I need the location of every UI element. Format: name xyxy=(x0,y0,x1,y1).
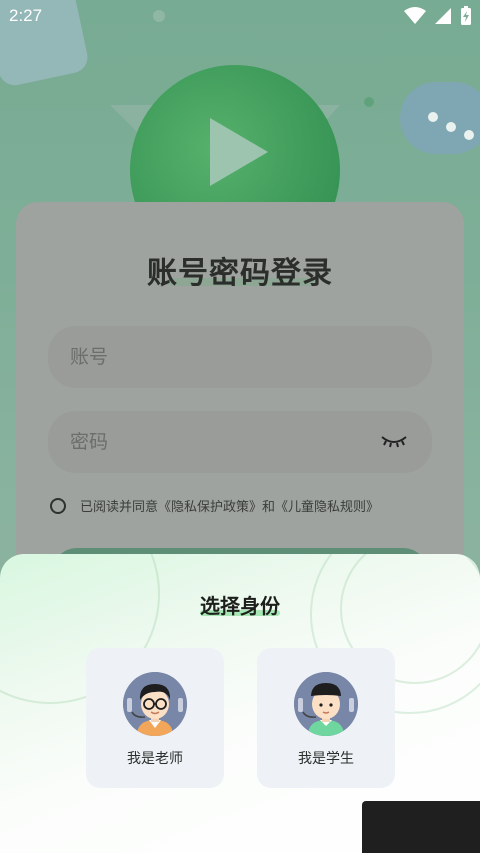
role-label-student: 我是学生 xyxy=(298,751,354,767)
password-field[interactable] xyxy=(48,411,432,473)
status-icons xyxy=(404,6,472,26)
status-bar: 2:27 xyxy=(0,0,480,32)
decorative-dot xyxy=(364,97,374,107)
role-label-teacher: 我是老师 xyxy=(127,751,183,767)
sheet-title: 选择身份 xyxy=(200,594,280,618)
decorative-dot xyxy=(464,130,474,140)
play-icon xyxy=(210,118,268,186)
account-input[interactable] xyxy=(70,326,370,388)
status-time: 2:27 xyxy=(9,6,43,25)
role-card-teacher[interactable]: 我是老师 xyxy=(86,648,224,788)
decorative-dot xyxy=(428,112,438,122)
role-card-student[interactable]: 我是学生 xyxy=(257,648,395,788)
teacher-avatar-icon xyxy=(123,672,187,736)
eye-closed-icon[interactable] xyxy=(380,431,408,451)
decorative-dot xyxy=(446,122,456,132)
account-field[interactable] xyxy=(48,326,432,388)
signal-icon xyxy=(435,8,451,24)
chat-bubble-illustration xyxy=(400,82,480,154)
agreement-checkbox[interactable] xyxy=(50,497,66,514)
password-input[interactable] xyxy=(70,411,370,473)
system-nav-overlay xyxy=(362,801,480,853)
wifi-icon xyxy=(404,7,426,24)
student-avatar-icon xyxy=(294,672,358,736)
agreement-text[interactable]: 已阅读并同意《隐私保护政策》和《儿童隐私规则》 xyxy=(80,496,379,515)
battery-charging-icon xyxy=(461,6,471,25)
agreement-row: 已阅读并同意《隐私保护政策》和《儿童隐私规则》 xyxy=(50,496,379,515)
login-title: 账号密码登录 xyxy=(147,256,333,291)
